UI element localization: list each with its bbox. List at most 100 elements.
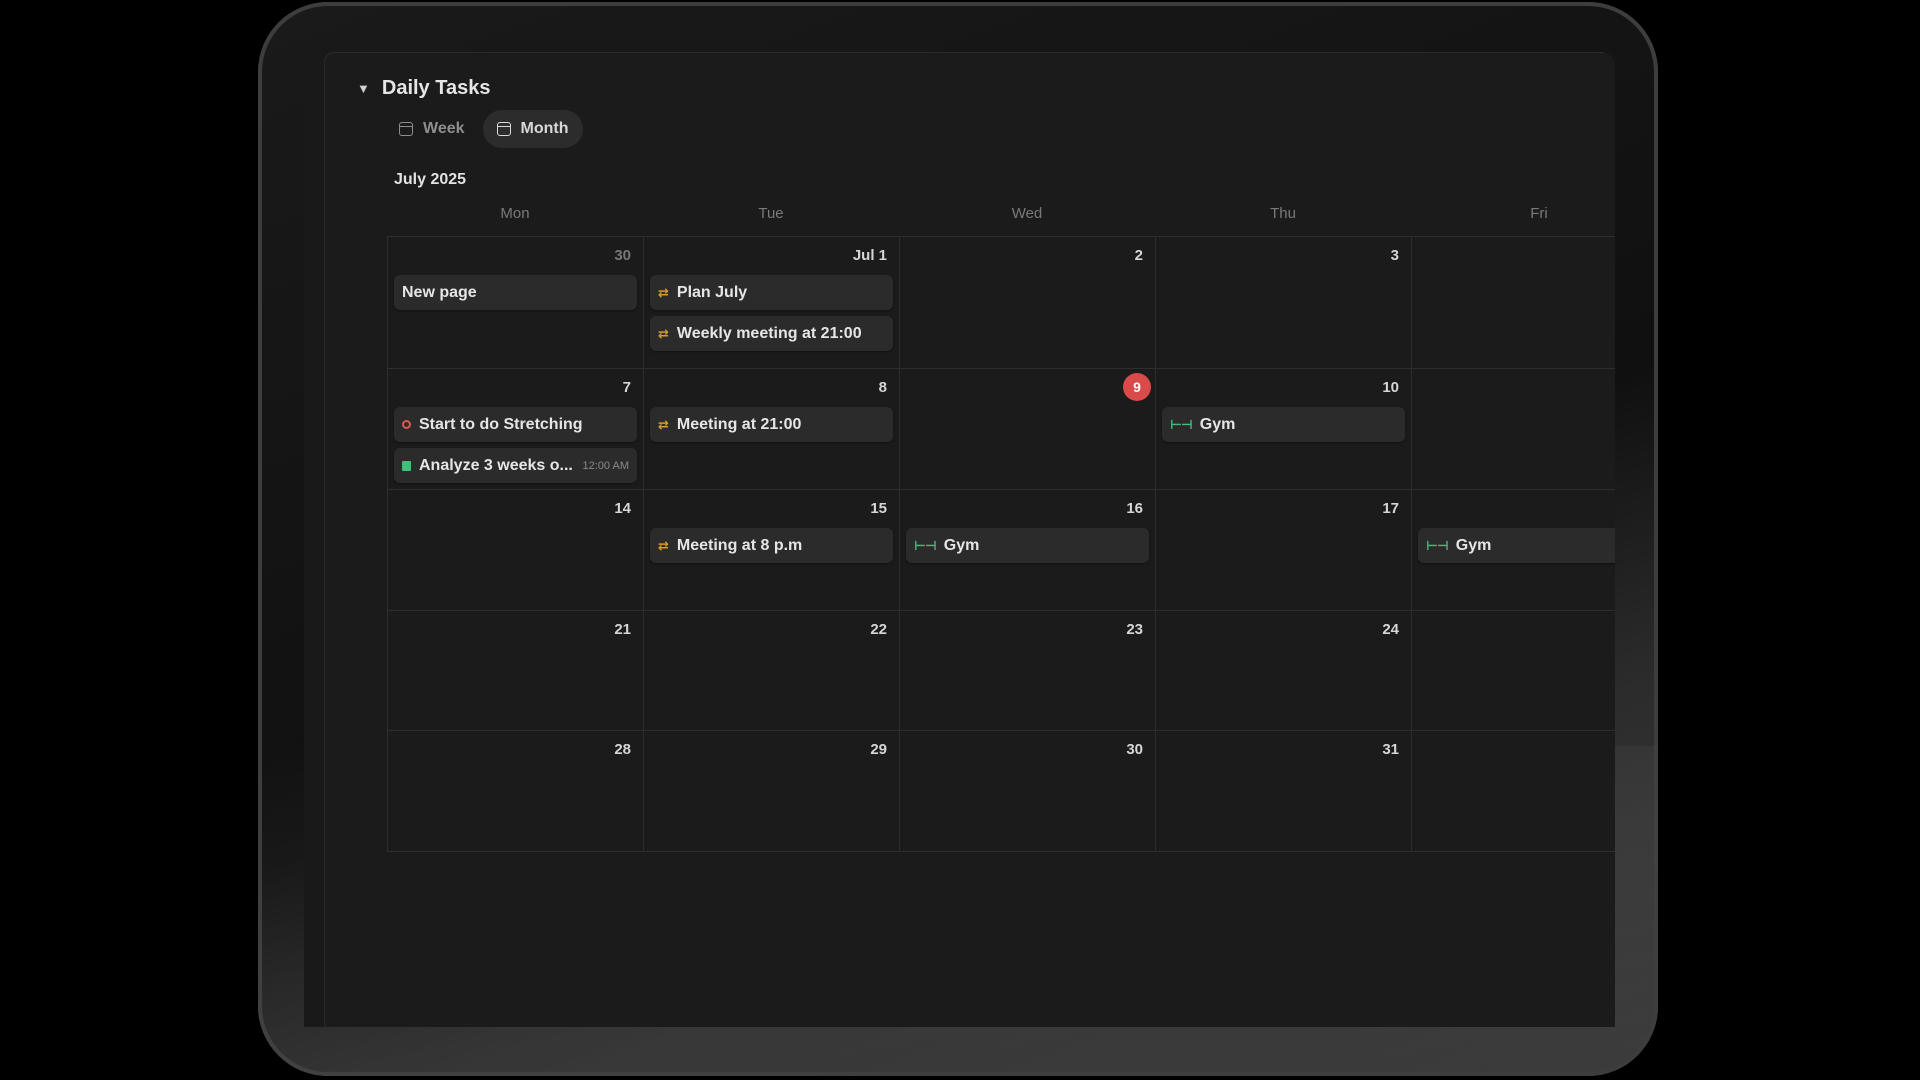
event-title: Analyze 3 weeks o... — [419, 456, 573, 474]
event-title: Gym — [1455, 536, 1492, 554]
calendar-week-row: 14 15 ⇄ Meeting at 8 p.m 16 ⊢⊣ Gym 17 ⊢⊣ Gym — [388, 490, 1615, 611]
day-number: 31 — [1382, 741, 1399, 758]
event-card[interactable]: New page — [394, 275, 637, 310]
calendar-day-cell[interactable]: 30 — [900, 731, 1156, 851]
view-tabs: Week Month — [385, 110, 583, 148]
book-icon — [402, 460, 411, 471]
calendar-day-cell[interactable] — [1412, 369, 1615, 489]
calendar-day-cell[interactable]: 21 — [388, 611, 644, 730]
database-header: ▼ Daily Tasks — [357, 77, 490, 100]
month-grid: 30 New page Jul 1 ⇄ Plan July ⇄ Weekly meeting… — [387, 236, 1615, 852]
day-number: 14 — [614, 500, 631, 517]
event-title: New page — [402, 283, 477, 301]
day-number: 21 — [614, 621, 631, 638]
day-number: 15 — [870, 500, 887, 517]
event-title: Start to do Stretching — [419, 415, 583, 433]
day-number: 3 — [1390, 247, 1399, 264]
day-number: 28 — [614, 741, 631, 758]
event-card[interactable]: Analyze 3 weeks o... 12:00 AM — [394, 448, 637, 483]
weekday-label: Fri — [1530, 205, 1548, 222]
stop-icon — [402, 420, 411, 429]
weekday-label: Mon — [500, 205, 530, 222]
day-number: 16 — [1126, 500, 1143, 517]
tab-label: Month — [520, 120, 569, 137]
event-list: Start to do Stretching Analyze 3 weeks o.… — [394, 407, 637, 483]
calendar-day-cell[interactable]: 16 ⊢⊣ Gym — [900, 490, 1156, 610]
day-number: 30 — [1126, 741, 1143, 758]
calendar-day-cell[interactable]: 2 — [900, 237, 1156, 368]
event-list: ⊢⊣ Gym — [906, 528, 1149, 563]
event-title: Gym — [1199, 415, 1236, 433]
day-number: 29 — [870, 741, 887, 758]
dumbbell-icon: ⊢⊣ — [1426, 538, 1449, 553]
calendar-day-cell[interactable]: 30 New page — [388, 237, 644, 368]
calendar-day-cell[interactable]: 17 — [1156, 490, 1412, 610]
calendar-week-row: 30 New page Jul 1 ⇄ Plan July ⇄ Weekly meeting… — [388, 237, 1615, 369]
weekday-header: Mon Tue Wed Thu Fri — [387, 205, 1615, 222]
event-card[interactable]: ⊢⊣ Gym — [1418, 528, 1615, 563]
calendar-day-cell[interactable]: 8 ⇄ Meeting at 21:00 — [644, 369, 900, 489]
calendar-day-cell[interactable]: ⊢⊣ Gym — [1412, 490, 1615, 610]
calendar-day-cell[interactable]: 3 — [1156, 237, 1412, 368]
day-number: 22 — [870, 621, 887, 638]
event-card[interactable]: ⇄ Plan July — [650, 275, 893, 310]
event-list: ⊢⊣ Gym — [1162, 407, 1405, 442]
calendar-day-cell[interactable]: 31 — [1156, 731, 1412, 851]
event-card[interactable]: ⇄ Meeting at 21:00 — [650, 407, 893, 442]
event-list: ⇄ Meeting at 21:00 — [650, 407, 893, 442]
tab-label: Week — [423, 120, 465, 137]
event-time: 12:00 AM — [582, 459, 629, 472]
calendar-week-row: 28 29 30 31 A — [388, 731, 1615, 852]
collapse-caret-icon[interactable]: ▼ — [357, 81, 370, 96]
tab-week[interactable]: Week — [385, 110, 479, 148]
repeat-icon: ⇄ — [658, 326, 669, 341]
repeat-icon: ⇄ — [658, 417, 669, 432]
day-number: 2 — [1134, 247, 1143, 264]
calendar-day-cell[interactable]: 9 — [900, 369, 1156, 489]
calendar-day-cell[interactable]: 14 — [388, 490, 644, 610]
calendar-day-cell[interactable]: 23 — [900, 611, 1156, 730]
weekday-label: Wed — [1011, 205, 1043, 222]
day-number: Jul 1 — [852, 247, 887, 264]
page-title: Daily Tasks — [381, 77, 491, 99]
event-card[interactable]: ⇄ Weekly meeting at 21:00 — [650, 316, 893, 351]
calendar-week-row: 21 22 23 24 — [388, 611, 1615, 731]
event-card[interactable]: ⊢⊣ Gym — [906, 528, 1149, 563]
day-number: 23 — [1126, 621, 1143, 638]
app-screen: ▼ Daily Tasks Week Month July 2025 Mon T… — [304, 52, 1615, 1027]
event-title: Meeting at 8 p.m — [676, 536, 803, 554]
calendar-icon — [399, 122, 413, 136]
calendar-day-cell[interactable]: A — [1412, 731, 1615, 851]
day-number: 24 — [1382, 621, 1399, 638]
event-title: Gym — [943, 536, 980, 554]
event-card[interactable]: Start to do Stretching — [394, 407, 637, 442]
calendar-day-cell[interactable]: 10 ⊢⊣ Gym — [1156, 369, 1412, 489]
calendar-day-cell[interactable]: 28 — [388, 731, 644, 851]
calendar-day-cell[interactable]: 15 ⇄ Meeting at 8 p.m — [644, 490, 900, 610]
event-list: New page — [394, 275, 637, 310]
day-number: 7 — [622, 379, 631, 396]
day-number: 30 — [614, 247, 631, 264]
day-number: 17 — [1382, 500, 1399, 517]
calendar-day-cell[interactable]: 29 — [644, 731, 900, 851]
day-number: 8 — [878, 379, 887, 396]
calendar-day-cell[interactable]: 24 — [1156, 611, 1412, 730]
calendar-week-row: 7 Start to do Stretching Analyze 3 weeks o… — [388, 369, 1615, 490]
calendar-day-cell[interactable] — [1412, 237, 1615, 368]
event-list: ⇄ Plan July ⇄ Weekly meeting at 21:00 — [650, 275, 893, 351]
calendar-day-cell[interactable] — [1412, 611, 1615, 730]
event-card[interactable]: ⇄ Meeting at 8 p.m — [650, 528, 893, 563]
calendar-day-cell[interactable]: 22 — [644, 611, 900, 730]
calendar-day-cell[interactable]: 7 Start to do Stretching Analyze 3 weeks o… — [388, 369, 644, 489]
event-list: ⇄ Meeting at 8 p.m — [650, 528, 893, 563]
repeat-icon: ⇄ — [658, 538, 669, 553]
event-title: Meeting at 21:00 — [676, 415, 802, 433]
month-label: July 2025 — [394, 171, 467, 188]
calendar-day-cell[interactable]: Jul 1 ⇄ Plan July ⇄ Weekly meeting at 21:00 — [644, 237, 900, 368]
event-title: Plan July — [676, 283, 748, 301]
weekday-label: Thu — [1270, 205, 1296, 222]
event-card[interactable]: ⊢⊣ Gym — [1162, 407, 1405, 442]
tab-month[interactable]: Month — [482, 110, 583, 148]
event-list: ⊢⊣ Gym — [1418, 528, 1615, 563]
day-number: 10 — [1382, 379, 1399, 396]
